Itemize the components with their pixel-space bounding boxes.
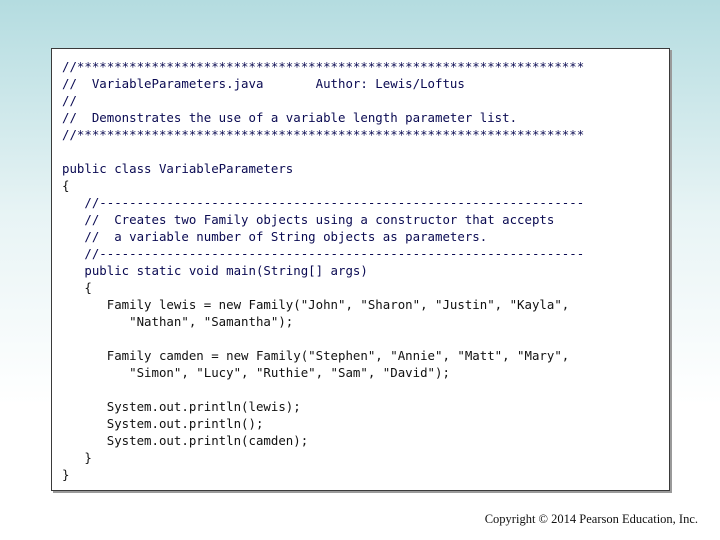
code-line: // Demonstrates the use of a variable le… <box>62 110 518 125</box>
code-line: "Nathan", "Samantha"); <box>62 314 294 329</box>
code-line: //--------------------------------------… <box>62 195 585 210</box>
code-line: // <box>62 93 77 108</box>
code-listing: //**************************************… <box>51 48 670 491</box>
code-line: //**************************************… <box>62 127 585 142</box>
code-line: { <box>62 178 70 193</box>
code-line: //**************************************… <box>62 59 585 74</box>
code-line: } <box>62 467 70 482</box>
code-line: System.out.println(camden); <box>62 433 309 448</box>
code-line: "Simon", "Lucy", "Ruthie", "Sam", "David… <box>62 365 450 380</box>
code-line: // a variable number of String objects a… <box>62 229 488 244</box>
code-line: System.out.println(lewis); <box>62 399 301 414</box>
code-line: // VariableParameters.java Author: Lewis… <box>62 76 465 91</box>
code-line: Family lewis = new Family("John", "Sharo… <box>62 297 570 312</box>
code-line: System.out.println(); <box>62 416 264 431</box>
code-line: // Creates two Family objects using a co… <box>62 212 555 227</box>
code-line: { <box>62 280 92 295</box>
code-line: //--------------------------------------… <box>62 246 585 261</box>
code-line: public static void main(String[] args) <box>62 263 368 278</box>
copyright-notice: Copyright © 2014 Pearson Education, Inc. <box>484 512 698 526</box>
code-line: } <box>62 450 92 465</box>
code-line: public class VariableParameters <box>62 161 294 176</box>
code-line: Family camden = new Family("Stephen", "A… <box>62 348 570 363</box>
